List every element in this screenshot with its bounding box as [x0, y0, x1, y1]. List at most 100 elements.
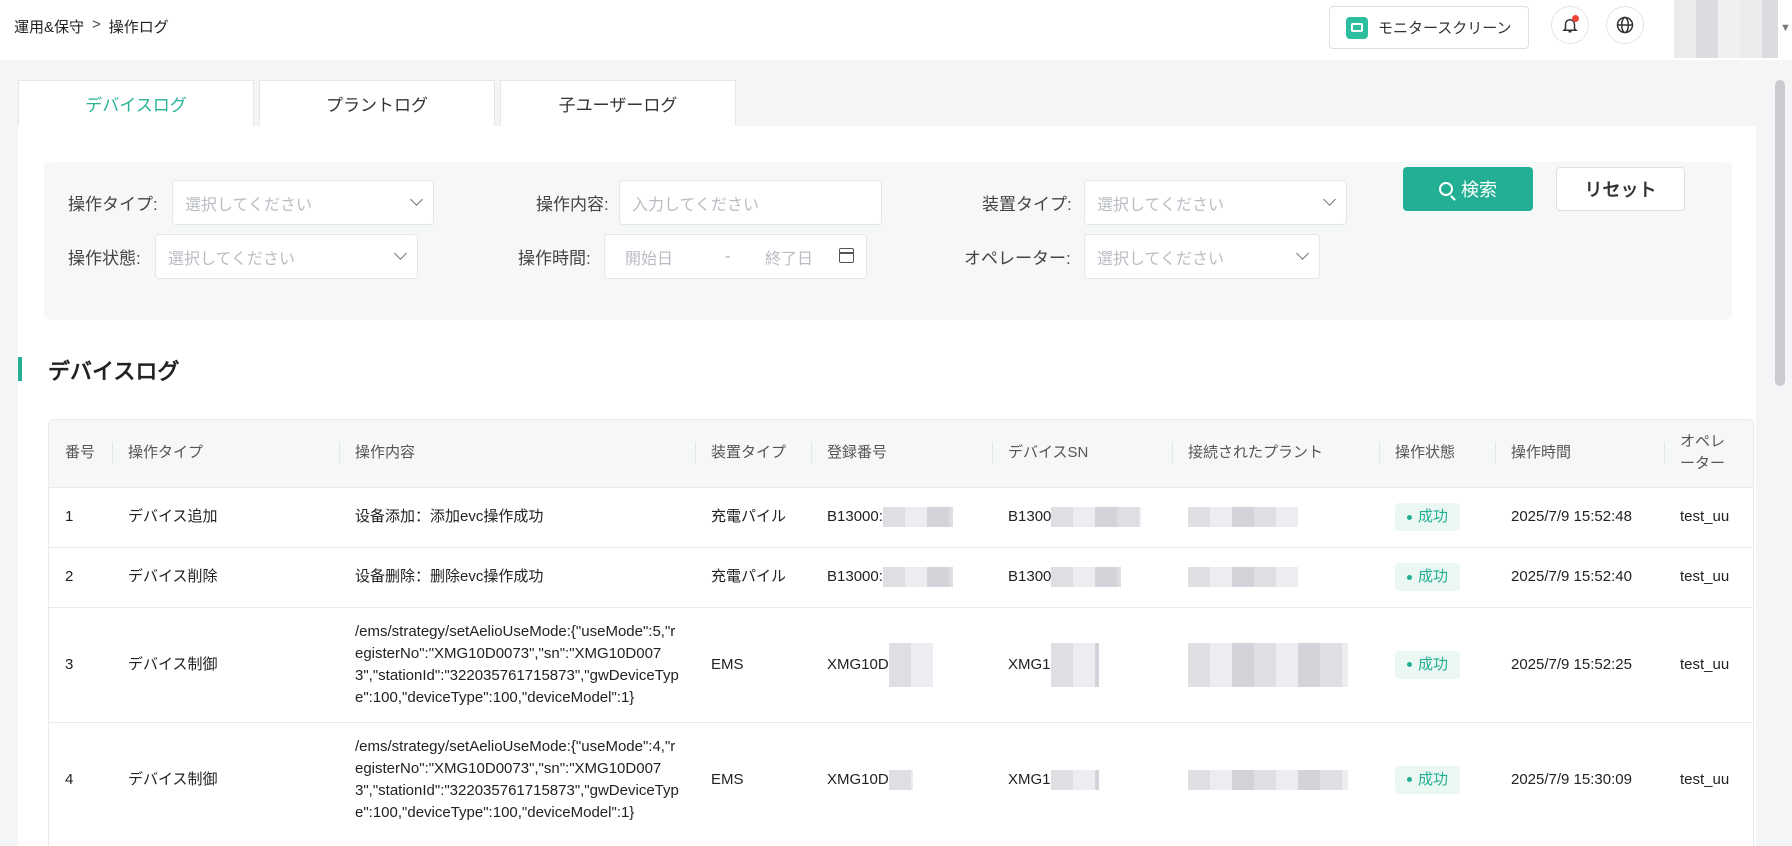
breadcrumb-current: 操作ログ	[108, 19, 169, 36]
cell-device-sn: B1300	[992, 486, 1172, 547]
op-status-select[interactable]: 選択してください	[155, 234, 418, 279]
redacted-block	[1188, 507, 1298, 528]
breadcrumb-root[interactable]: 運用&保守	[14, 16, 84, 37]
cell-plant	[1172, 606, 1379, 722]
operator-label: オペレーター:	[964, 249, 1071, 268]
redacted-block	[882, 567, 953, 588]
cell-operator: test_uu	[1664, 546, 1753, 607]
reg-no-text: B13000:	[827, 568, 883, 585]
cell-op-content: /ems/strategy/setAelioUseMode:{"useMode"…	[339, 606, 695, 722]
cell-reg-no: B13000:	[811, 486, 992, 547]
device-sn-text: B1300	[1008, 568, 1052, 585]
section-title: デバイスログ	[48, 359, 180, 384]
cell-device-type: 充電パイル	[695, 546, 811, 607]
cell-time: 2025/7/9 15:52:48	[1495, 486, 1664, 547]
operator-placeholder: 選択してください	[1097, 250, 1225, 268]
op-type-placeholder: 選択してください	[185, 196, 313, 214]
cell-plant	[1172, 721, 1379, 837]
user-avatar[interactable]	[1674, 0, 1778, 58]
search-button[interactable]: 検索	[1403, 167, 1533, 211]
page-scrollbar[interactable]	[1775, 80, 1785, 386]
cell-status: 成功	[1379, 486, 1495, 547]
tab-plant-log[interactable]: プラントログ	[259, 80, 495, 126]
chevron-down-icon	[1296, 247, 1309, 260]
cell-time: 2025/7/9 15:52:40	[1495, 546, 1664, 607]
reset-button[interactable]: リセット	[1556, 167, 1685, 211]
breadcrumb: 運用&保守 > 操作ログ	[14, 16, 169, 37]
cell-reg-no: XMG10D	[811, 606, 992, 722]
cell-reg-no: XMG10D	[811, 721, 992, 837]
table-header-row: 番号 操作タイプ 操作内容 装置タイプ 登録番号 デバイスSN 接続されたプラン…	[49, 420, 1753, 487]
chevron-down-icon	[394, 247, 407, 260]
op-type-label: 操作タイプ:	[68, 195, 158, 214]
cell-op-type: デバイス追加	[112, 486, 339, 547]
cell-no: 3	[49, 606, 112, 722]
date-range-dash: -	[725, 247, 731, 265]
col-header-op-type: 操作タイプ	[112, 420, 339, 487]
col-header-device-type: 装置タイプ	[695, 420, 811, 487]
user-menu-caret-icon[interactable]: ▼	[1780, 22, 1791, 34]
cell-status: 成功	[1379, 721, 1495, 837]
redacted-block	[1188, 642, 1348, 687]
device-sn-text: B1300	[1008, 508, 1052, 525]
cell-plant	[1172, 546, 1379, 607]
table-row[interactable]: 1 デバイス追加 设备添加：添加evc操作成功 充電パイル B13000: B1…	[49, 486, 1753, 547]
cell-op-content: /ems/strategy/setAelioUseMode:{"useMode"…	[339, 721, 695, 837]
search-button-label: 検索	[1461, 180, 1497, 200]
op-time-label: 操作時間:	[518, 249, 591, 268]
cell-device-sn: XMG1	[992, 606, 1172, 722]
reg-no-text: XMG10D	[827, 770, 889, 788]
log-tabs: デバイスログ プラントログ 子ユーザーログ	[18, 80, 1756, 126]
device-type-placeholder: 選択してください	[1097, 196, 1225, 214]
language-button[interactable]	[1606, 6, 1644, 44]
breadcrumb-separator: >	[92, 16, 101, 33]
cell-device-sn: B1300	[992, 546, 1172, 607]
status-badge: 成功	[1395, 650, 1461, 679]
cell-device-type: EMS	[695, 606, 811, 722]
op-type-select[interactable]: 選択してください	[172, 180, 434, 225]
col-header-operator: オペレーター	[1664, 420, 1753, 487]
operator-select[interactable]: 選択してください	[1084, 234, 1320, 279]
cell-op-type: デバイス削除	[112, 546, 339, 607]
cell-status: 成功	[1379, 606, 1495, 722]
cell-operator: test_uu	[1664, 486, 1753, 547]
cell-op-content: 设备删除：删除evc操作成功	[339, 546, 695, 607]
monitor-screen-button[interactable]: モニタースクリーン	[1329, 6, 1529, 49]
device-sn-text: XMG1	[1008, 655, 1051, 673]
col-header-op-content: 操作内容	[339, 420, 695, 487]
start-date-placeholder[interactable]: 開始日	[625, 245, 673, 269]
col-header-reg-no: 登録番号	[811, 420, 992, 487]
end-date-placeholder[interactable]: 終了日	[765, 245, 813, 269]
cell-operator: test_uu	[1664, 721, 1753, 837]
device-type-select[interactable]: 選択してください	[1084, 180, 1347, 225]
cell-device-type: 充電パイル	[695, 486, 811, 547]
chevron-down-icon	[1323, 193, 1336, 206]
op-content-input[interactable]: 入力してください	[619, 180, 882, 225]
table-row[interactable]: 4 デバイス制御 /ems/strategy/setAelioUseMode:{…	[49, 721, 1753, 837]
redacted-block	[1050, 642, 1099, 687]
op-status-placeholder: 選択してください	[168, 250, 296, 268]
cell-no: 1	[49, 486, 112, 547]
col-header-no: 番号	[49, 420, 112, 487]
status-badge: 成功	[1395, 563, 1461, 591]
cell-time: 2025/7/9 15:52:25	[1495, 606, 1664, 722]
op-content-placeholder: 入力してください	[632, 196, 760, 214]
op-time-range[interactable]: 開始日 - 終了日	[604, 234, 867, 279]
notification-button[interactable]	[1551, 6, 1589, 44]
globe-icon	[1616, 16, 1634, 34]
table-row[interactable]: 3 デバイス制御 /ems/strategy/setAelioUseMode:{…	[49, 606, 1753, 722]
cell-device-type: EMS	[695, 721, 811, 837]
redacted-block	[1188, 567, 1298, 588]
monitor-screen-label: モニタースクリーン	[1378, 20, 1512, 37]
tab-device-log[interactable]: デバイスログ	[18, 80, 254, 126]
device-log-table: 番号 操作タイプ 操作内容 装置タイプ 登録番号 デバイスSN 接続されたプラン…	[48, 419, 1754, 846]
redacted-block	[888, 642, 933, 687]
cell-reg-no: B13000:	[811, 546, 992, 607]
search-icon	[1439, 182, 1453, 196]
tab-subuser-log[interactable]: 子ユーザーログ	[500, 80, 736, 126]
cell-time: 2025/7/9 15:30:09	[1495, 721, 1664, 837]
cell-op-type: デバイス制御	[112, 606, 339, 722]
cell-op-content: 设备添加：添加evc操作成功	[339, 486, 695, 547]
section-accent-bar	[18, 357, 22, 381]
table-row[interactable]: 2 デバイス削除 设备删除：删除evc操作成功 充電パイル B13000: B1…	[49, 546, 1753, 607]
